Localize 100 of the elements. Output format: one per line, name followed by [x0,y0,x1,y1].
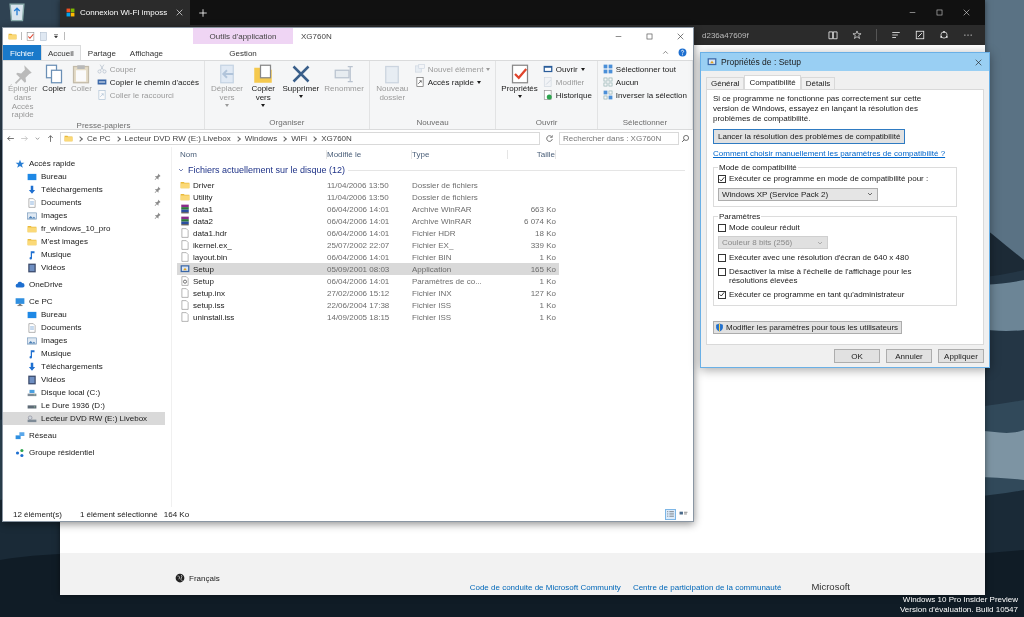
ribbon-button[interactable]: Aucun [600,76,689,88]
file-row[interactable]: data1 06/04/2006 14:01 Archive WinRAR 663 Ko [177,203,559,215]
nav-item[interactable]: M'est images [3,235,165,248]
note-icon[interactable] [915,30,925,40]
file-row[interactable]: Driver 11/04/2006 13:50 Dossier de fichiers [177,179,559,191]
breadcrumb[interactable]: Lecteur DVD RW (E:) Livebox [124,134,231,143]
delete-icon [290,64,311,84]
file-row[interactable]: ikernel.ex_ 25/07/2002 22:07 Fichier EX_ 339 Ko [177,239,559,251]
dialog-tab[interactable]: Détails [800,77,836,89]
share-icon[interactable] [939,30,949,40]
ribbon-tab[interactable]: Gestion [193,45,293,60]
nav-item[interactable]: Lecteur DVD RW (E:) Livebox [3,412,165,425]
group-header[interactable]: Fichiers actuellement sur le disque (12) [188,165,346,175]
file-row[interactable]: data2 06/04/2006 14:01 Archive WinRAR 6 074 Ko [177,215,559,227]
file-row[interactable]: uninstall.iss 14/09/2005 18:15 Fichier ISS 1 Ko [177,311,559,323]
list-icon[interactable] [891,30,901,40]
star-icon[interactable] [852,30,862,40]
ribbon-button[interactable]: Supprimer [280,63,322,118]
search-field[interactable]: Rechercher dans : XG760N [559,132,679,145]
dialog-button[interactable]: Annuler [886,349,932,363]
nav-item[interactable]: Disque local (C:) [3,386,165,399]
footer-link[interactable]: Code de conduite de Microsoft Community [469,583,621,592]
breadcrumb[interactable]: XG760N [321,134,352,143]
ribbon-button[interactable]: Propriétés [499,63,540,118]
nav-item[interactable]: Groupe résidentiel [3,446,165,459]
ribbon-button[interactable]: Ouvrir [540,63,594,75]
ribbon-button[interactable]: Inverser la sélection [600,89,689,101]
file-row[interactable]: Setup 05/09/2001 08:03 Application 165 Ko [177,263,559,275]
customize-icon[interactable] [52,32,60,40]
file-row[interactable]: Utility 11/04/2006 13:50 Dossier de fichiers [177,191,559,203]
help-icon[interactable] [678,47,687,57]
checkbox[interactable] [718,290,726,299]
dropdown[interactable]: Windows XP (Service Pack 2) [718,187,878,201]
ribbon-button[interactable]: Copier [40,63,68,122]
troubleshoot-button[interactable]: Lancer la résolution des problèmes de compatibilité [713,129,906,144]
checkbox[interactable] [718,267,726,276]
reading-view-icon[interactable] [828,30,838,40]
nav-item[interactable]: Accès rapide [3,157,165,170]
nav-item[interactable]: Bureau [3,308,165,321]
close-icon[interactable] [974,57,983,67]
file-row[interactable]: setup.iss 22/06/2004 17:38 Fichier ISS 1 Ko [177,299,559,311]
refresh-icon[interactable] [545,134,554,143]
ribbon-button[interactable]: Copier vers [247,63,280,118]
breadcrumb[interactable]: WiFi [291,134,308,143]
all-users-button[interactable]: Modifier les paramètres pour tous les utilisateurs [713,321,903,334]
plus-icon[interactable] [198,7,208,18]
ribbon-button[interactable]: Accès rapide [412,76,493,88]
language-link[interactable]: Français [189,573,220,583]
nav-item[interactable]: Images [3,334,165,347]
checkbox[interactable] [718,223,726,232]
nav-item[interactable]: Téléchargements [3,360,165,373]
ribbon-button[interactable]: Copier le chemin d'accès [94,76,201,88]
nav-item[interactable]: Musique [3,248,165,261]
ribbon-tab[interactable]: Fichier [3,45,41,60]
dialog-button[interactable]: Appliquer [938,349,984,363]
file-row[interactable]: setup.inx 27/02/2006 15:12 Fichier INX 127 Ko [177,287,559,299]
file-row[interactable]: data1.hdr 06/04/2006 14:01 Fichier HDR 18 Ko [177,227,559,239]
column-header[interactable]: Nom [177,150,327,159]
date-cell-text: 06/04/2006 14:01 [327,216,391,226]
up-icon[interactable] [46,134,55,143]
address-bar[interactable]: Ce PC Lecteur DVD RW (E:) Livebox Windows WiFi XG760N [60,132,540,145]
nav-item[interactable]: Bureau [3,170,165,183]
checkbox[interactable] [718,175,726,183]
dialog-button[interactable]: OK [834,349,880,363]
file-row[interactable]: layout.bin 06/04/2006 14:01 Fichier BIN 1 Ko [177,251,559,263]
properties-icon[interactable] [26,31,35,41]
dialog-tab[interactable]: Compatibilité [744,75,801,89]
nav-item[interactable]: Documents [3,321,165,334]
breadcrumb[interactable]: Windows [244,134,278,143]
breadcrumb[interactable]: Ce PC [87,134,111,143]
nav-item[interactable]: Vidéos [3,373,165,386]
checkbox[interactable] [718,254,726,263]
nav-item[interactable]: Documents [3,196,165,209]
nav-item[interactable]: Images [3,209,165,222]
nav-item[interactable]: Réseau [3,429,165,442]
nav-item[interactable]: fr_windows_10_pro [3,222,165,235]
search-icon[interactable] [681,134,690,143]
ribbon-tab[interactable]: Partage [80,45,123,60]
back-icon[interactable] [6,134,15,143]
nav-item[interactable]: Téléchargements [3,183,165,196]
help-link[interactable]: Comment choisir manuellement les paramètres de compatibilité ? [713,149,946,158]
nav-item[interactable]: Le Dure 1936 (D:) [3,399,165,412]
ribbon-tab[interactable]: Accueil [41,45,81,60]
column-header[interactable]: Modifié le [327,150,412,159]
maximize-icon[interactable] [935,8,944,17]
nav-item[interactable]: OneDrive [3,278,165,291]
dialog-tab[interactable]: Général [706,77,745,89]
ribbon-tab[interactable]: Affichage [122,45,171,60]
ribbon-button[interactable]: Historique [540,89,594,101]
column-header[interactable]: Taille [508,150,556,159]
close-icon[interactable] [676,31,685,41]
column-header[interactable]: Type [412,150,508,159]
browser-tab[interactable]: Connexion Wi-FI imposs [60,0,190,25]
footer-link[interactable]: Centre de participation de la communauté [632,583,782,592]
nav-item[interactable]: Musique [3,347,165,360]
view-button[interactable] [665,508,676,520]
nav-item[interactable]: Vidéos [3,261,165,274]
file-row[interactable]: Setup 06/04/2006 14:01 Paramètres de co... 1 Ko [177,275,559,287]
ribbon-button[interactable]: Sélectionner tout [600,63,689,75]
nav-item[interactable]: Ce PC [3,295,165,308]
